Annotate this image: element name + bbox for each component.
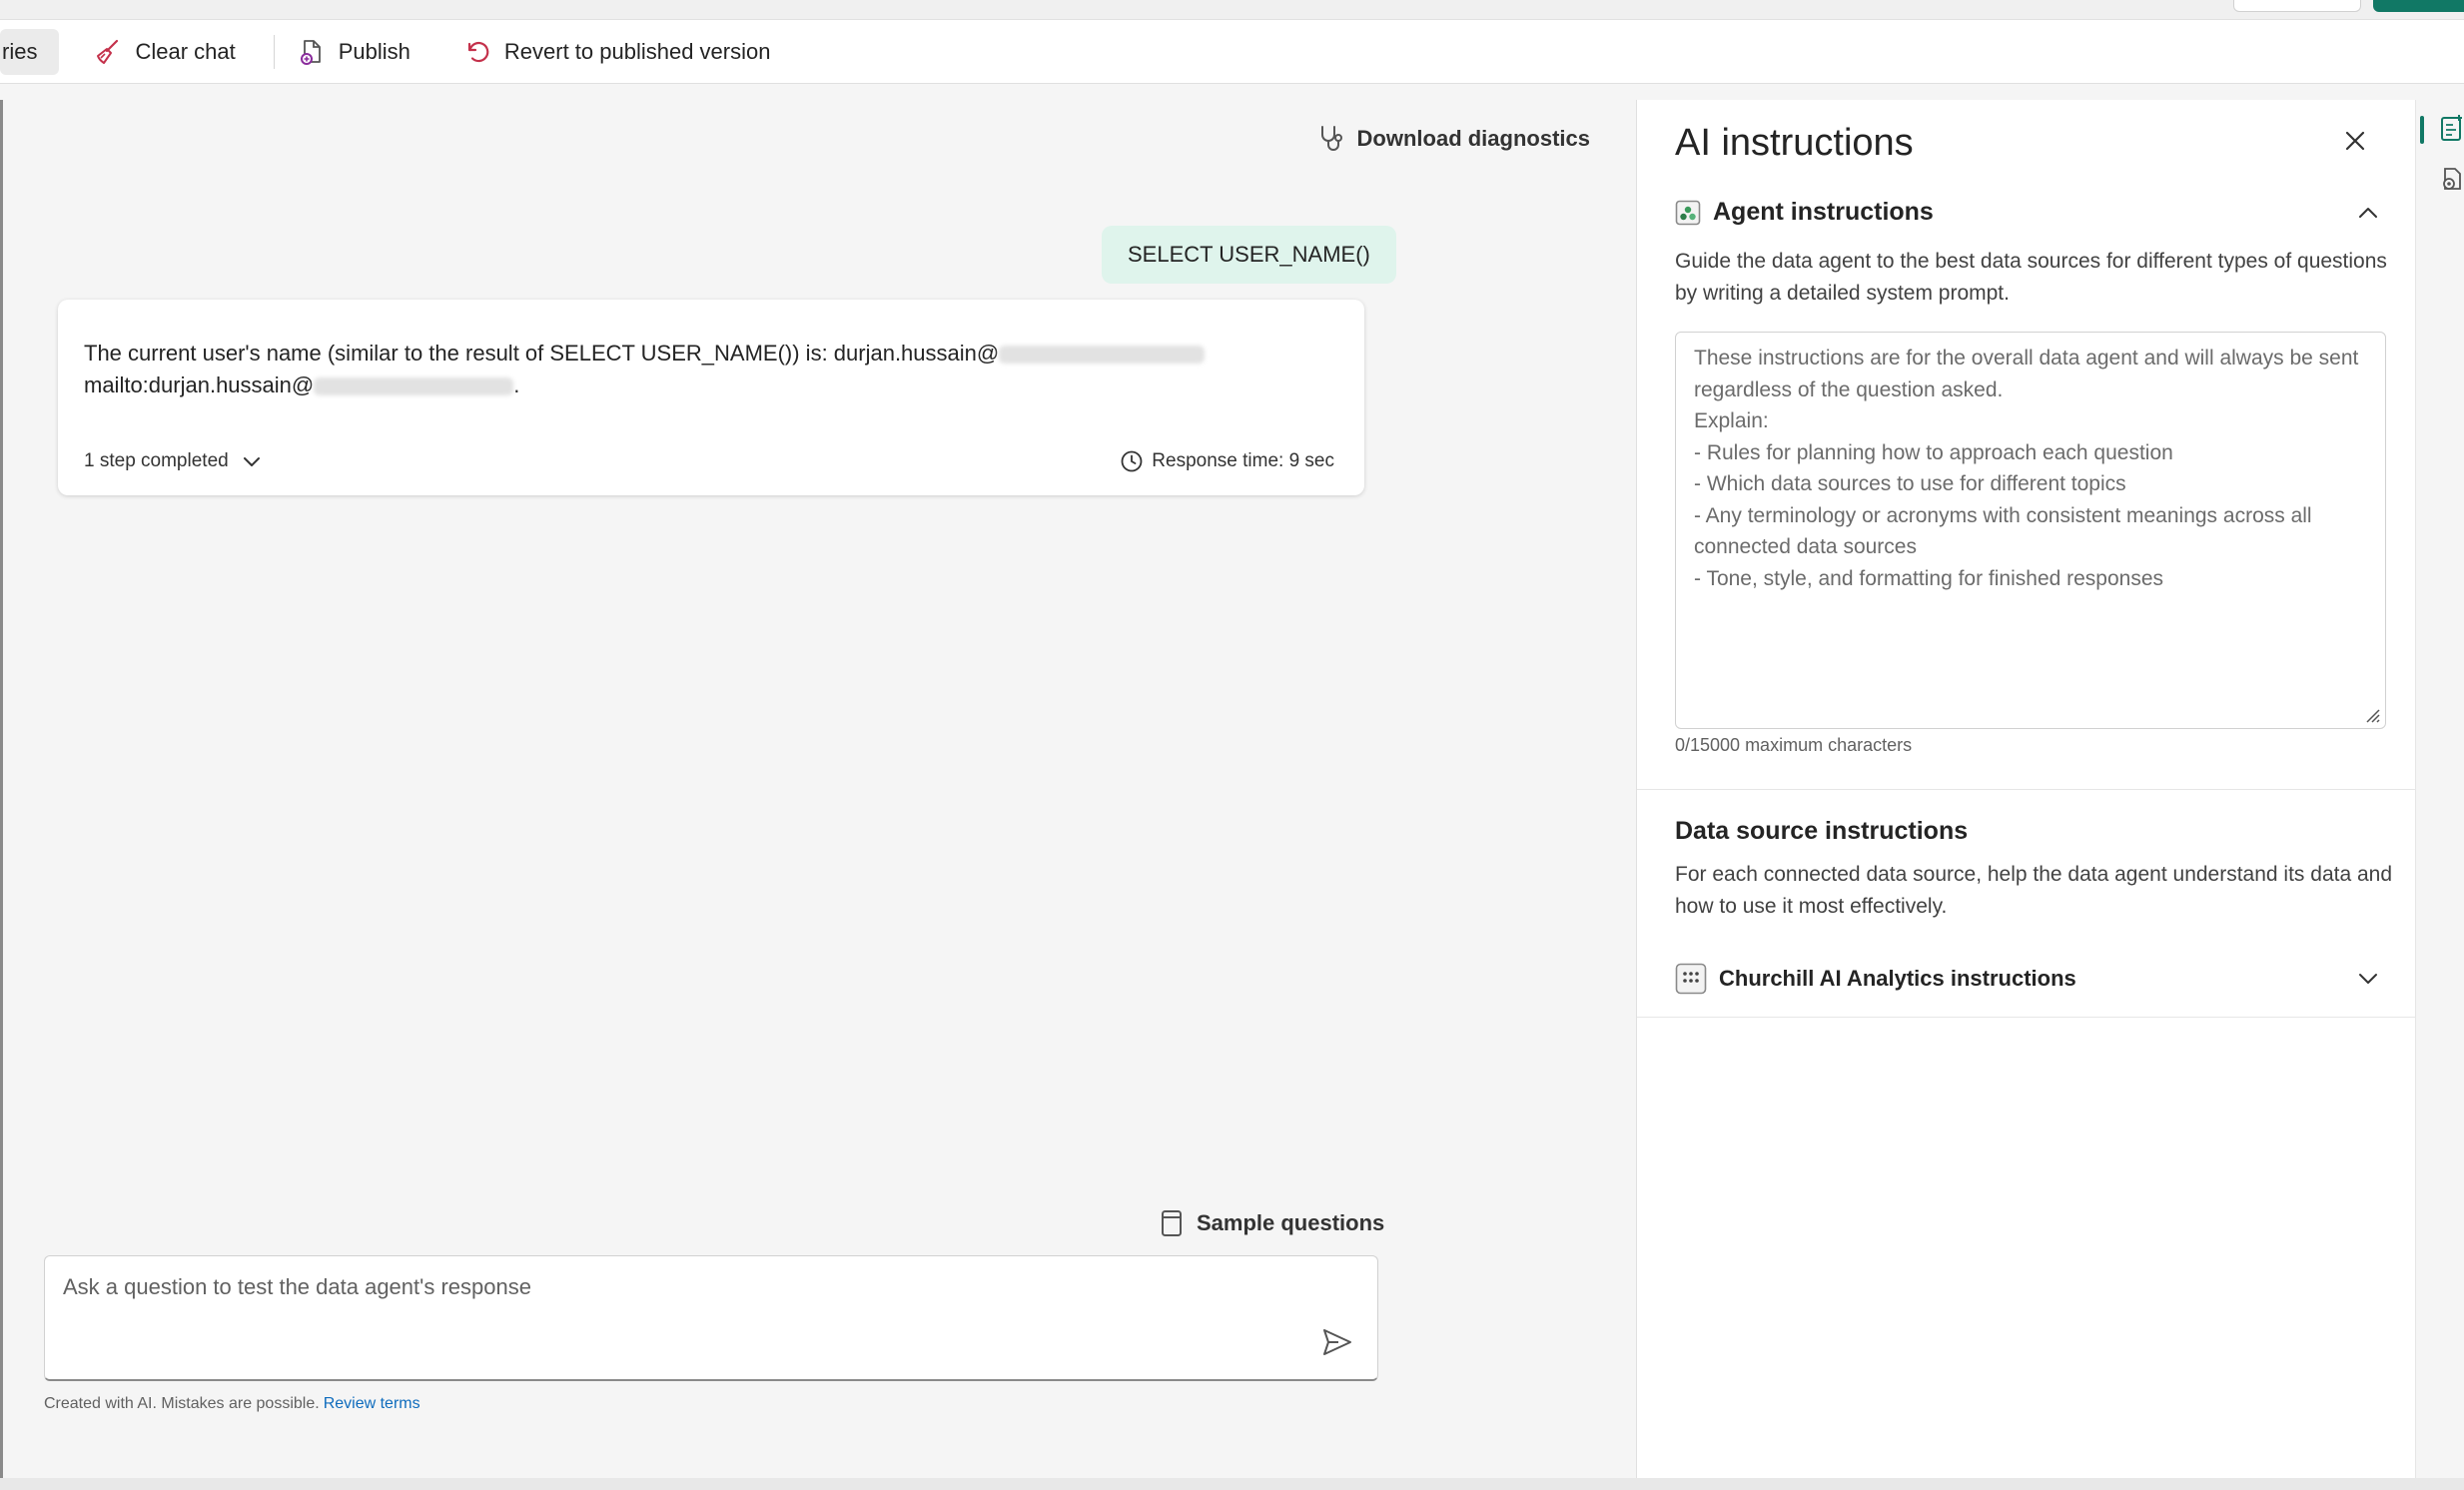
revert-label: Revert to published version (503, 38, 771, 64)
review-terms-link[interactable]: Review terms (324, 1395, 420, 1412)
instructions-rail-icon[interactable] (2440, 114, 2464, 142)
notebook-icon (1161, 1209, 1183, 1237)
chevron-down-icon (241, 450, 263, 472)
sample-questions-button[interactable]: Sample questions (1161, 1209, 1384, 1237)
sample-questions-label: Sample questions (1197, 1210, 1385, 1235)
question-input-box (44, 1255, 1378, 1381)
clear-chat-button[interactable]: Clear chat (89, 29, 251, 75)
data-source-desc: For each connected data source, help the… (1675, 863, 2393, 918)
agent-instructions-desc: Guide the data agent to the best data so… (1675, 250, 2387, 305)
download-diagnostics-button[interactable]: Download diagnostics (1317, 124, 1590, 154)
panel-title: AI instructions (1675, 122, 1914, 164)
agent-instructions-title: Agent instructions (1713, 198, 1934, 226)
stethoscope-icon (1317, 124, 1345, 154)
toolbar: ries Clear chat Publish Revert to publis… (0, 20, 2464, 84)
publish-button[interactable]: Publish (297, 29, 426, 75)
response-line2: mailto:durjan.hussain@ (84, 372, 315, 397)
download-diagnostics-label: Download diagnostics (1356, 126, 1590, 151)
chevron-down-icon[interactable] (2356, 967, 2380, 991)
section-divider (1637, 789, 2416, 790)
disclaimer-text: Created with AI. Mistakes are possible. (44, 1395, 320, 1412)
toolbar-divider (273, 34, 275, 69)
undo-icon (462, 37, 492, 67)
redacted-domain (999, 346, 1206, 365)
response-card: The current user's name (similar to the … (58, 300, 1364, 495)
revert-button[interactable]: Revert to published version (446, 29, 787, 75)
rail-active-indicator (2420, 116, 2424, 144)
resize-grip-icon[interactable] (2363, 706, 2381, 724)
broom-icon (93, 37, 123, 67)
share-button[interactable] (2373, 0, 2464, 12)
bottom-strip (0, 1478, 2464, 1490)
response-time-label: Response time: 9 sec (1152, 450, 1334, 471)
ai-disclaimer: Created with AI. Mistakes are possible. R… (44, 1395, 420, 1413)
agent-icon (1675, 200, 1701, 226)
data-source-item[interactable]: Churchill AI Analytics instructions (1675, 963, 2380, 995)
data-source-item-label: Churchill AI Analytics instructions (1719, 966, 2076, 991)
right-rail (2415, 100, 2464, 1478)
publish-icon (297, 37, 327, 67)
steps-toggle[interactable]: 1 step completed (84, 450, 263, 472)
response-line1: The current user's name (similar to the … (84, 341, 1000, 366)
clock-icon (1120, 449, 1144, 473)
section-divider (1637, 1017, 2416, 1018)
question-input[interactable] (63, 1270, 1261, 1304)
user-message-bubble: SELECT USER_NAME() (1102, 226, 1396, 284)
queries-tab-label: ries (2, 38, 38, 64)
grid-dots-icon (1675, 963, 1707, 995)
close-icon[interactable] (2342, 128, 2368, 154)
response-time: Response time: 9 sec (1120, 449, 1334, 473)
publish-label: Publish (338, 38, 411, 64)
user-message-text: SELECT USER_NAME() (1128, 242, 1370, 267)
ai-instructions-panel: AI instructions Agent instructions Guide… (1636, 100, 2416, 1478)
response-text: The current user's name (similar to the … (84, 338, 1332, 401)
agent-instructions-textarea[interactable] (1676, 333, 2385, 728)
agent-instructions-box (1675, 332, 2386, 729)
redacted-domain (314, 377, 514, 396)
left-edge-border (0, 100, 3, 1478)
settings-rail-icon[interactable] (2440, 166, 2464, 192)
chat-area: Download diagnostics SELECT USER_NAME() … (0, 100, 1636, 1478)
agent-instructions-header[interactable]: Agent instructions (1675, 198, 2380, 227)
response-line2-end: . (513, 372, 520, 397)
chevron-up-icon[interactable] (2356, 201, 2380, 225)
steps-label: 1 step completed (84, 450, 229, 471)
top-strip (0, 0, 2464, 20)
data-source-title: Data source instructions (1675, 817, 1969, 845)
send-icon[interactable] (1321, 1327, 1353, 1357)
clear-chat-label: Clear chat (135, 38, 236, 64)
char-count: 0/15000 maximum characters (1675, 735, 1913, 755)
draft-button[interactable] (2233, 0, 2361, 12)
queries-tab-partial[interactable]: ries (0, 28, 60, 75)
response-footer: 1 step completed Response time: 9 sec (84, 449, 1334, 473)
